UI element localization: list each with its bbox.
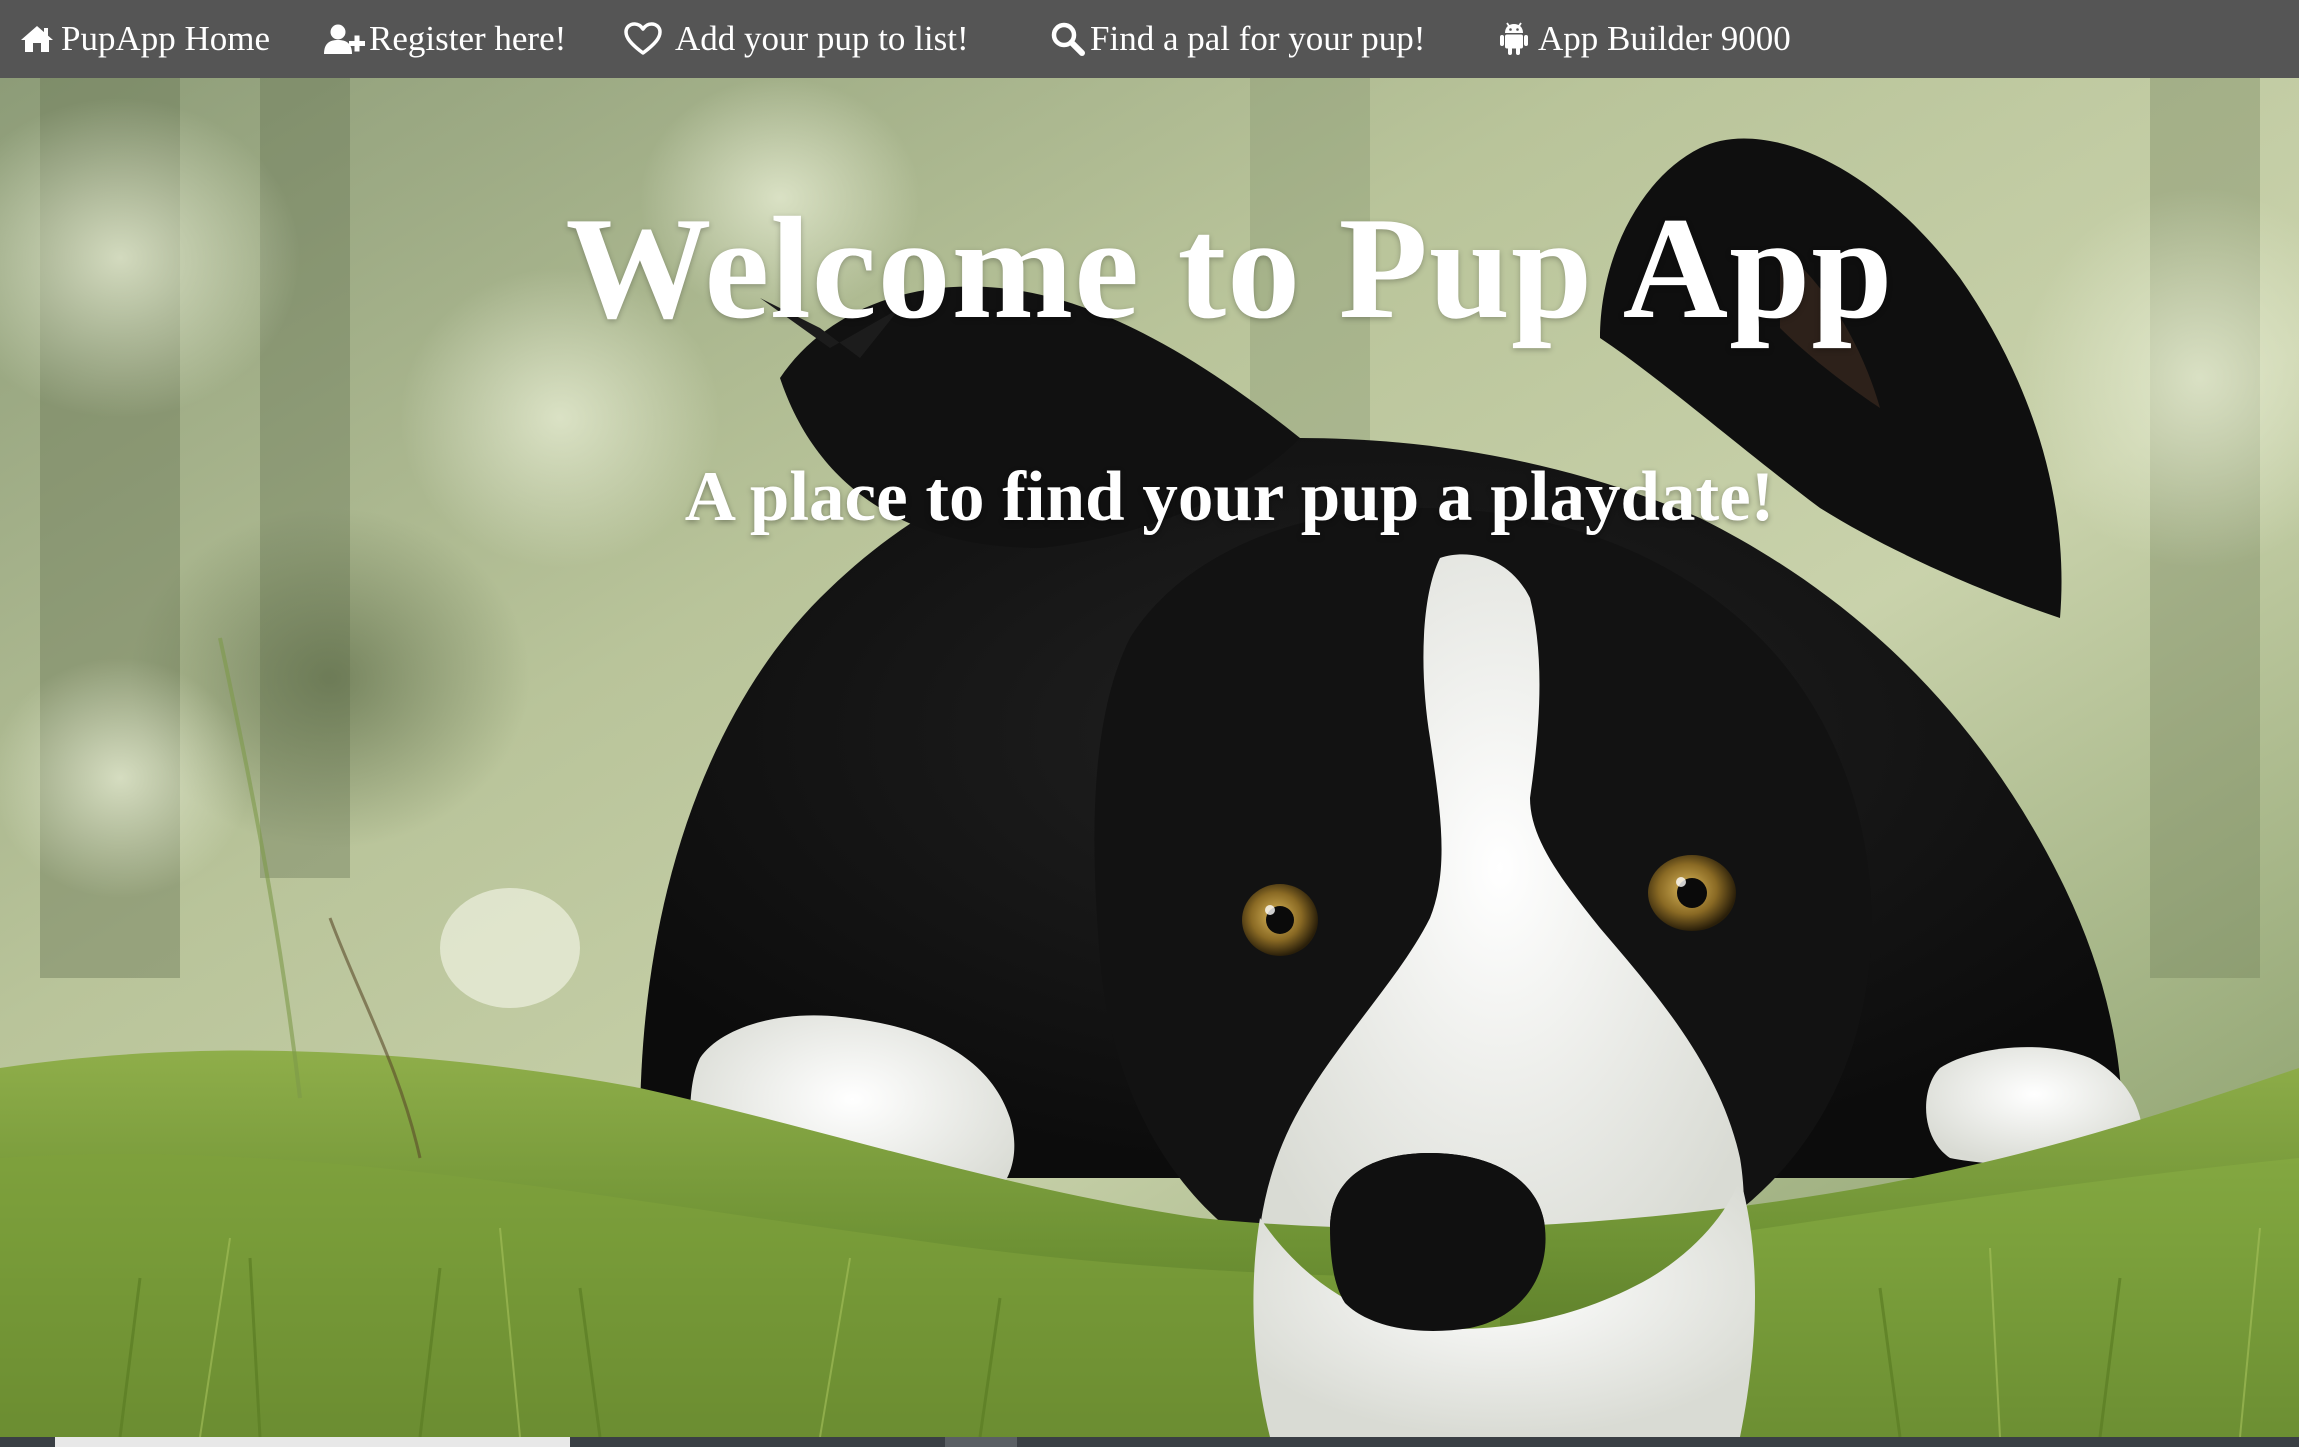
- scrollbar-thumb[interactable]: [55, 1437, 570, 1447]
- nav-add-pup-link[interactable]: Add your pup to list!: [623, 0, 1036, 78]
- home-icon: [19, 24, 55, 54]
- nav-find-pal-link[interactable]: Find a pal for your pup!: [1050, 0, 1498, 78]
- android-icon: [1498, 21, 1530, 57]
- search-icon: [1050, 22, 1086, 56]
- nav-find-pal-label: Find a pal for your pup!: [1090, 19, 1426, 58]
- hero-subtitle: A place to find your pup a playdate!: [684, 458, 1775, 536]
- horizontal-scrollbar[interactable]: [0, 1437, 2299, 1447]
- hero-title: Welcome to Pup App: [565, 187, 1894, 349]
- heart-outline-icon: [623, 22, 663, 56]
- nav-add-pup-label: Add your pup to list!: [675, 19, 969, 58]
- nav-app-builder-label: App Builder 9000: [1538, 19, 1791, 58]
- nav-register-link[interactable]: Register here!: [323, 0, 623, 78]
- nav-home-label: PupApp Home: [61, 19, 271, 58]
- nav-home-link[interactable]: PupApp Home: [19, 0, 321, 78]
- top-navbar: PupApp Home Register here! Add your pup …: [0, 0, 2299, 78]
- hero-section: Welcome to Pup App A place to find your …: [0, 78, 2299, 1437]
- user-plus-icon: [323, 23, 369, 55]
- nav-app-builder-link[interactable]: App Builder 9000: [1498, 0, 1828, 78]
- nav-register-label: Register here!: [369, 19, 567, 58]
- scrollbar-track-segment: [945, 1437, 1017, 1447]
